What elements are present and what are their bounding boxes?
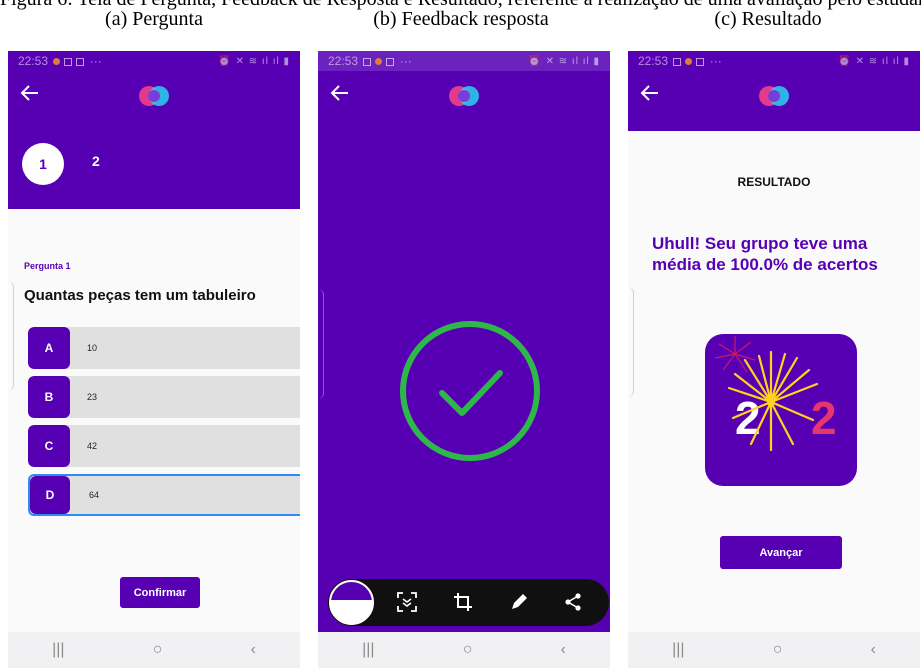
caption-feedback: (b) Feedback resposta xyxy=(373,8,549,30)
svg-text:2: 2 xyxy=(811,392,837,444)
home-icon[interactable]: ○ xyxy=(153,641,163,659)
gallery-icon xyxy=(64,57,73,66)
status-time: 22:53 xyxy=(18,54,49,68)
recents-icon[interactable]: ||| xyxy=(52,641,64,659)
status-bar: 22:53 ··· ⏰ ✕ ≋ ıl ıl ▮ xyxy=(318,51,610,71)
system-nav-bar: ||| ○ ‹ xyxy=(8,632,300,668)
option-value: 23 xyxy=(87,392,98,402)
option-letter: B xyxy=(28,376,70,418)
option-a[interactable]: A 10 xyxy=(28,327,300,369)
confirm-button[interactable]: Confirmar xyxy=(120,577,200,608)
status-time: 22:53 xyxy=(328,54,359,68)
back-arrow-icon[interactable] xyxy=(328,81,352,105)
gallery-icon xyxy=(363,57,372,66)
option-c[interactable]: C 42 xyxy=(28,425,300,467)
fireworks-icon: 2 2 xyxy=(714,336,837,452)
option-d[interactable]: D 64 xyxy=(28,474,300,516)
phone-question: 22:53 ··· ⏰ ✕ ≋ ıl ıl ▮ 1 2 Pergunta 1 Q… xyxy=(8,51,300,668)
result-message: Uhull! Seu grupo teve uma média de 100.0… xyxy=(652,234,878,274)
status-bar: 22:53 ··· ⏰ ✕ ≋ ıl ıl ▮ xyxy=(628,51,920,71)
option-letter: A xyxy=(28,327,70,369)
next-button[interactable]: Avançar xyxy=(720,536,842,569)
back-nav-icon[interactable]: ‹ xyxy=(561,641,566,659)
back-arrow-icon[interactable] xyxy=(638,81,662,105)
back-nav-icon[interactable]: ‹ xyxy=(251,641,256,659)
question-label: Pergunta 1 xyxy=(24,261,71,271)
home-icon[interactable]: ○ xyxy=(773,641,783,659)
app-logo-icon xyxy=(449,86,479,106)
crop-icon[interactable] xyxy=(452,591,474,613)
notification-icon xyxy=(53,58,61,66)
status-icons: ⏰ ✕ ≋ ıl ıl ▮ xyxy=(838,55,910,67)
edge-handle xyxy=(8,281,14,391)
screenshot-thumbnail[interactable] xyxy=(329,580,374,625)
app-bar xyxy=(318,71,610,121)
option-value: 10 xyxy=(87,343,98,353)
gallery-icon xyxy=(673,57,682,66)
edge-handle xyxy=(628,287,634,397)
scroll-capture-icon[interactable] xyxy=(396,591,418,613)
notification-icon xyxy=(375,58,383,66)
status-time: 22:53 xyxy=(638,54,669,68)
status-bar: 22:53 ··· ⏰ ✕ ≋ ıl ıl ▮ xyxy=(8,51,300,71)
option-letter: C xyxy=(28,425,70,467)
share-icon[interactable] xyxy=(562,591,584,613)
caption-resultado: (c) Resultado xyxy=(714,8,822,30)
question-text: Quantas peças tem um tabuleiro xyxy=(24,287,256,304)
fireworks-trophy-tile: 2 2 xyxy=(705,334,857,486)
app-logo-icon xyxy=(759,86,789,106)
recents-icon[interactable]: ||| xyxy=(672,641,684,659)
option-b[interactable]: B 23 xyxy=(28,376,300,418)
step-1[interactable]: 1 xyxy=(22,143,64,185)
app-bar xyxy=(8,71,300,121)
status-icons: ⏰ ✕ ≋ ıl ıl ▮ xyxy=(218,55,290,67)
pencil-icon[interactable] xyxy=(508,591,530,613)
message-icon xyxy=(76,57,85,66)
result-title: RESULTADO xyxy=(737,175,811,189)
notification-icon xyxy=(685,58,693,66)
phone-result: 22:53 ··· ⏰ ✕ ≋ ıl ıl ▮ RESULTADO Uhull!… xyxy=(628,51,920,668)
message-icon xyxy=(696,57,705,66)
back-nav-icon[interactable]: ‹ xyxy=(871,641,876,659)
phone-feedback: 22:53 ··· ⏰ ✕ ≋ ıl ıl ▮ ||| ○ ‹ xyxy=(318,51,610,668)
message-icon xyxy=(386,57,395,66)
recents-icon[interactable]: ||| xyxy=(362,641,374,659)
option-value: 64 xyxy=(89,490,100,500)
status-icons: ⏰ ✕ ≋ ıl ıl ▮ xyxy=(528,55,600,67)
system-nav-bar: ||| ○ ‹ xyxy=(628,632,920,668)
option-value: 42 xyxy=(87,441,98,451)
back-arrow-icon[interactable] xyxy=(18,81,42,105)
screenshot-toolbar xyxy=(328,579,609,626)
system-nav-bar: ||| ○ ‹ xyxy=(318,632,610,668)
option-letter: D xyxy=(30,476,70,514)
step-2[interactable]: 2 xyxy=(92,153,100,169)
check-circle-icon xyxy=(400,321,540,461)
home-icon[interactable]: ○ xyxy=(463,641,473,659)
app-logo-icon xyxy=(139,86,169,106)
question-stepper: 1 2 xyxy=(8,121,300,209)
app-bar xyxy=(628,71,920,131)
tile-number: 2 xyxy=(735,392,761,444)
edge-handle xyxy=(318,289,324,399)
caption-pergunta: (a) Pergunta xyxy=(105,8,203,30)
